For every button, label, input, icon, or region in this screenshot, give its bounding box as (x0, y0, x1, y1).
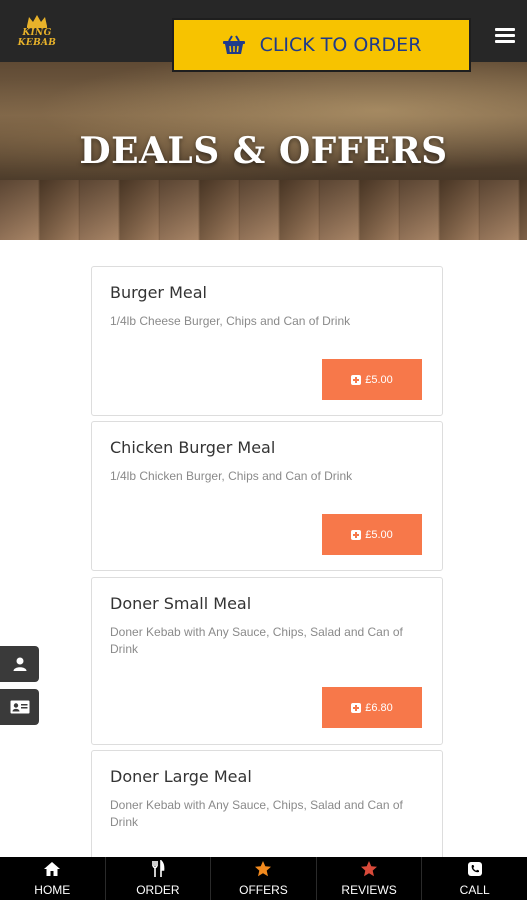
plus-icon (351, 702, 362, 713)
nav-label: HOME (34, 883, 71, 897)
deal-name: Chicken Burger Meal (110, 438, 276, 457)
home-icon (44, 862, 61, 876)
nav-order[interactable]: ORDER (106, 857, 212, 900)
hamburger-menu-button[interactable] (495, 28, 515, 44)
logo-text-line1: KING (22, 28, 52, 38)
nav-offers[interactable]: OFFERS (211, 857, 317, 900)
deal-price: £5.00 (365, 373, 393, 386)
plus-icon (351, 374, 362, 385)
side-tab-account[interactable] (0, 646, 39, 682)
deal-card: Doner Large Meal Doner Kebab with Any Sa… (91, 750, 443, 870)
deal-name: Burger Meal (110, 283, 207, 302)
star-icon (361, 861, 378, 877)
add-deal-button[interactable]: £5.00 (322, 514, 422, 555)
side-tab-contact[interactable] (0, 689, 39, 725)
floor-shade (0, 180, 527, 240)
menu-bar (495, 40, 515, 43)
phone-icon (467, 862, 482, 876)
menu-bar (495, 34, 515, 37)
menu-bar (495, 28, 515, 31)
plus-icon (351, 529, 362, 540)
contact-card-icon (10, 700, 29, 714)
nav-label: CALL (459, 883, 490, 897)
cutlery-icon (152, 860, 165, 877)
deal-description: Doner Kebab with Any Sauce, Chips, Salad… (110, 625, 403, 656)
nav-label: REVIEWS (341, 883, 397, 897)
hero-banner: DEALS & OFFERS (0, 62, 527, 240)
nav-call[interactable]: CALL (422, 857, 527, 900)
page-title: DEALS & OFFERS (79, 130, 448, 172)
deal-card: Chicken Burger Meal 1/4lb Chicken Burger… (91, 421, 443, 571)
deal-description: Doner Kebab with Any Sauce, Chips, Salad… (110, 798, 403, 829)
deal-price: £5.00 (365, 528, 393, 541)
star-icon (255, 861, 272, 877)
nav-label: OFFERS (239, 883, 288, 897)
deal-description: 1/4lb Chicken Burger, Chips and Can of D… (110, 469, 353, 483)
deal-name: Doner Small Meal (110, 594, 252, 613)
king-kebab-logo[interactable]: KING KEBAB (12, 14, 62, 56)
deal-name: Doner Large Meal (110, 767, 252, 786)
logo-text-line2: KEBAB (17, 38, 57, 48)
deal-card: Doner Small Meal Doner Kebab with Any Sa… (91, 577, 443, 745)
order-button-label: CLICK TO ORDER (259, 34, 422, 56)
user-icon (13, 657, 26, 671)
nav-reviews[interactable]: REVIEWS (317, 857, 423, 900)
add-deal-button[interactable]: £5.00 (322, 359, 422, 400)
deal-price: £6.80 (365, 701, 393, 714)
deal-description: 1/4lb Cheese Burger, Chips and Can of Dr… (110, 314, 351, 328)
basket-icon (222, 35, 245, 54)
nav-home[interactable]: HOME (0, 857, 106, 900)
bottom-navigation: HOME ORDER OFFERS REVIEWS CALL (0, 857, 527, 900)
nav-label: ORDER (136, 883, 180, 897)
click-to-order-button[interactable]: CLICK TO ORDER (172, 18, 471, 72)
crown-icon (27, 15, 47, 28)
deal-card: Burger Meal 1/4lb Cheese Burger, Chips a… (91, 266, 443, 416)
add-deal-button[interactable]: £6.80 (322, 687, 422, 728)
